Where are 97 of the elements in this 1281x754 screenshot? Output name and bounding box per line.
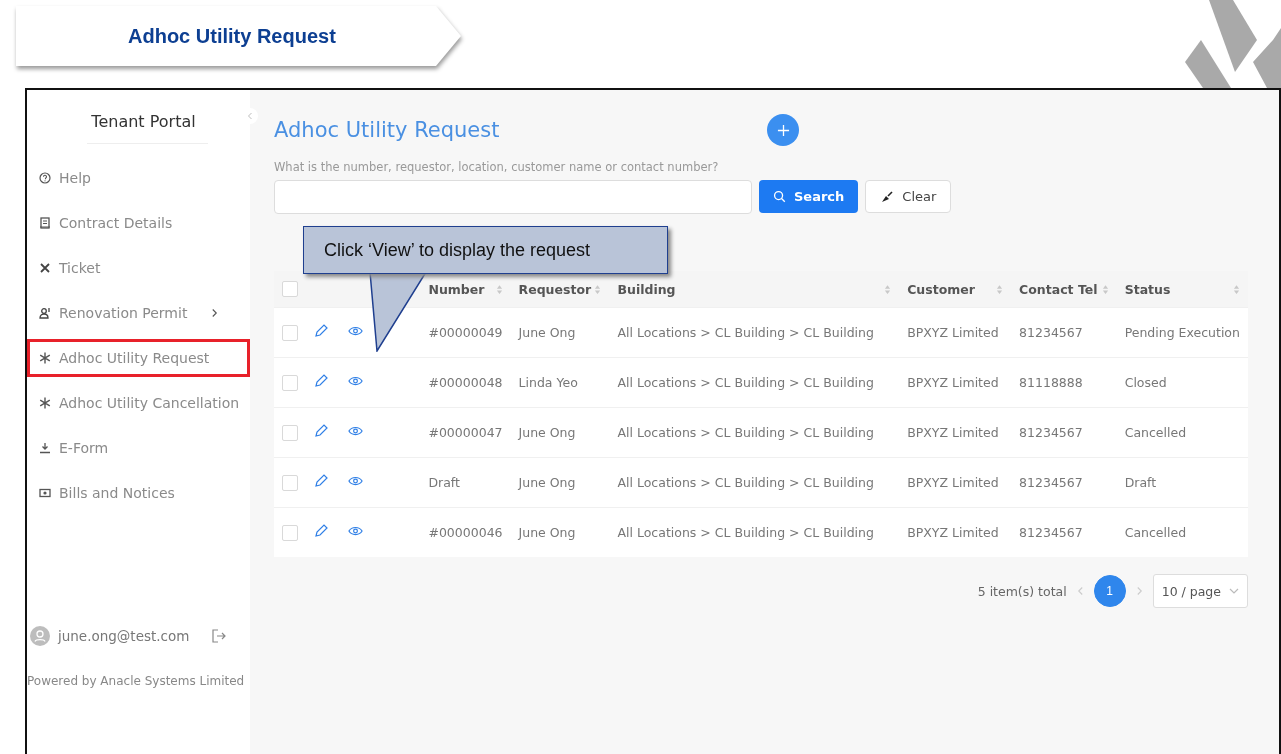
table-cell: June Ong [518, 475, 576, 490]
avatar-icon [30, 626, 50, 646]
row-checkbox[interactable] [282, 424, 298, 441]
download-icon [39, 441, 51, 454]
table-cell: #00000049 [428, 325, 503, 340]
search-label: What is the number, requestor, location, customer name or contact number? [274, 160, 720, 174]
table-cell: Draft [1124, 475, 1157, 490]
table-cell: June Ong [518, 525, 576, 540]
logout-icon[interactable] [211, 628, 228, 644]
search-field[interactable] [274, 180, 752, 214]
sort-icon[interactable] [495, 283, 503, 295]
pencil-icon[interactable] [312, 523, 329, 539]
sidebar-item[interactable]: E-Form [27, 428, 250, 467]
sort-icon[interactable] [1233, 283, 1240, 295]
select-all-checkbox[interactable] [282, 281, 298, 298]
sidebar-item[interactable]: Bills and Notices [27, 473, 250, 512]
chevron-left-icon [247, 112, 253, 120]
column-header[interactable]: Building [617, 281, 676, 297]
row-checkbox[interactable] [282, 374, 298, 391]
table-cell: June Ong [518, 425, 576, 440]
table-cell: 81234567 [1019, 325, 1083, 340]
user-icon [39, 306, 51, 319]
row-checkbox[interactable] [282, 324, 298, 341]
row-checkbox[interactable] [282, 524, 298, 541]
eye-icon[interactable] [348, 375, 364, 387]
table-cell: June Ong [518, 325, 576, 340]
document-icon [39, 216, 51, 229]
footer-text: Powered by Anacle Systems Limited [27, 674, 246, 688]
table-cell: BPXYZ Limited [907, 325, 999, 340]
table-cell: #00000048 [428, 375, 503, 390]
next-page-icon[interactable] [1135, 586, 1143, 596]
column-header[interactable]: Requestor [518, 281, 592, 297]
sidebar-item[interactable]: Ticket [27, 248, 250, 287]
row-checkbox[interactable] [282, 474, 298, 491]
portal-title: Tenant Portal [90, 112, 197, 131]
sort-icon[interactable] [884, 283, 892, 295]
pencil-icon[interactable] [312, 323, 329, 339]
table-cell: All Locations > CL Building > CL Building [617, 525, 874, 540]
plus-icon [776, 123, 790, 137]
sidebar-item[interactable]: Adhoc Utility Request [27, 338, 250, 377]
table-cell: All Locations > CL Building > CL Building [617, 375, 874, 390]
caret-icon [1229, 588, 1239, 594]
add-button[interactable] [767, 114, 800, 146]
search-button[interactable]: Search [759, 180, 859, 213]
column-header[interactable]: Status [1124, 281, 1171, 297]
table-cell: Pending Execution [1124, 325, 1240, 340]
table-cell: #00000046 [428, 525, 503, 540]
clear-button[interactable]: Clear [865, 180, 952, 213]
page-size-select[interactable]: 10 / page [1152, 574, 1248, 608]
user-email: june.ong@test.com [58, 628, 190, 644]
table-cell: Cancelled [1124, 525, 1187, 540]
column-header[interactable]: Number [428, 281, 485, 297]
sort-icon[interactable] [594, 283, 602, 295]
pencil-icon[interactable] [312, 423, 329, 439]
sidebar-item[interactable]: Help [27, 158, 250, 197]
eye-icon[interactable] [348, 475, 364, 487]
page-button[interactable]: 1 [1093, 575, 1126, 607]
previous-page-icon[interactable] [1076, 586, 1084, 596]
sort-icon[interactable] [1101, 283, 1109, 295]
table-cell: All Locations > CL Building > CL Building [617, 475, 874, 490]
table-cell: BPXYZ Limited [907, 525, 999, 540]
sidebar-item[interactable]: Contract Details [27, 203, 250, 242]
page-title: Adhoc Utility Request [274, 118, 500, 142]
search-icon [773, 190, 786, 203]
table-cell: BPXYZ Limited [907, 475, 999, 490]
total-count: 5 item(s) total [977, 583, 1067, 599]
eye-icon[interactable] [348, 325, 364, 337]
sidebar-item[interactable]: Adhoc Utility Cancellation [27, 383, 250, 422]
table-cell: All Locations > CL Building > CL Building [617, 425, 874, 440]
sort-icon[interactable] [996, 283, 1004, 295]
banner-title: Adhoc Utility Request [128, 24, 336, 48]
table-cell: Linda Yeo [518, 375, 578, 390]
broom-icon [880, 189, 895, 204]
pencil-icon[interactable] [312, 473, 329, 489]
column-header[interactable]: Contact Tel [1019, 281, 1098, 297]
table-cell: Closed [1124, 375, 1167, 390]
table-cell: 81118888 [1019, 375, 1083, 390]
table-cell: 81234567 [1019, 525, 1083, 540]
table-cell: 81234567 [1019, 425, 1083, 440]
table-cell: #00000047 [428, 425, 503, 440]
table-cell: All Locations > CL Building > CL Building [617, 325, 874, 340]
table-cell: 81234567 [1019, 475, 1083, 490]
eye-icon[interactable] [348, 425, 364, 437]
pencil-icon[interactable] [312, 373, 329, 389]
chevron-icon [211, 307, 218, 318]
banknote-icon [39, 486, 51, 499]
table-cell: Draft [428, 475, 460, 490]
snowflake-icon [39, 396, 51, 409]
help-icon [39, 171, 51, 184]
eye-icon[interactable] [348, 525, 364, 537]
sidebar-item[interactable]: Renovation Permit [27, 293, 250, 332]
tools-icon [39, 261, 51, 274]
table-cell: Cancelled [1124, 425, 1187, 440]
column-header[interactable]: Customer [907, 281, 975, 297]
snowflake-icon [39, 351, 51, 364]
table-cell: BPXYZ Limited [907, 425, 999, 440]
table-cell: BPXYZ Limited [907, 375, 999, 390]
